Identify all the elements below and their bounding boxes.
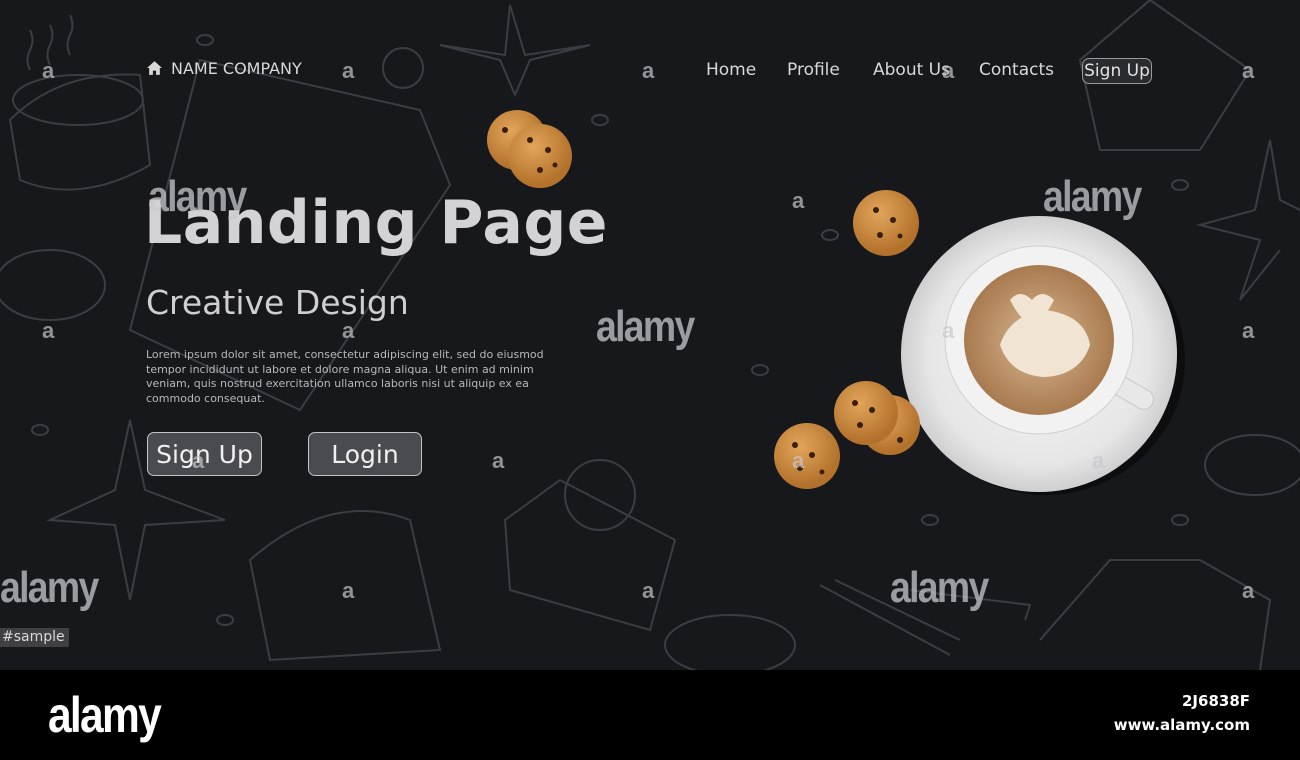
nav-about-us[interactable]: About Us xyxy=(873,60,950,80)
watermark-letter: a xyxy=(492,448,505,473)
home-icon xyxy=(147,61,162,75)
watermark-letter: a xyxy=(192,448,205,473)
sample-tag: #sample xyxy=(0,628,69,647)
watermark-letter: a xyxy=(942,58,955,83)
watermark-letter: a xyxy=(342,318,355,343)
watermark-letter: a xyxy=(1242,58,1255,83)
brand-name: NAME COMPANY xyxy=(171,59,302,78)
watermark-letter: a xyxy=(1092,448,1105,473)
watermark: alamy xyxy=(890,563,989,612)
brand-logo[interactable]: NAME COMPANY xyxy=(146,59,302,78)
stock-footer: alamy 2J6838F www.alamy.com xyxy=(0,670,1300,760)
watermark-letter: a xyxy=(792,448,805,473)
watermark-letter: a xyxy=(1242,318,1255,343)
watermark: alamy xyxy=(1043,172,1142,221)
nav-contacts[interactable]: Contacts xyxy=(979,60,1054,80)
hero-body-text: Lorem ipsum dolor sit amet, consectetur … xyxy=(146,348,544,405)
watermark-letter: a xyxy=(42,318,55,343)
watermark-letter: a xyxy=(42,58,55,83)
watermark: alamy xyxy=(148,172,247,221)
image-id: 2J6838F xyxy=(1181,692,1250,710)
watermark: alamy xyxy=(596,302,695,351)
hero-login-button[interactable]: Login xyxy=(308,432,422,476)
watermark-letter: a xyxy=(642,58,655,83)
watermark-letter: a xyxy=(942,318,955,343)
landing-page-canvas: NAME COMPANY Home Profile About Us Conta… xyxy=(0,0,1300,670)
watermark-letter: a xyxy=(342,578,355,603)
hero-signup-button[interactable]: Sign Up xyxy=(147,432,262,476)
watermark-letter: a xyxy=(792,188,805,213)
hero-subtitle: Creative Design xyxy=(146,283,409,322)
cookies-cluster xyxy=(487,110,920,489)
nav-profile[interactable]: Profile xyxy=(787,60,840,80)
alamy-logo: alamy xyxy=(48,687,162,743)
site-url: www.alamy.com xyxy=(1113,716,1250,734)
watermark-letter: a xyxy=(642,578,655,603)
watermark-letter: a xyxy=(342,58,355,83)
watermark: alamy xyxy=(0,563,99,612)
header-signup-button[interactable]: Sign Up xyxy=(1082,58,1152,84)
nav-home[interactable]: Home xyxy=(706,60,756,80)
watermark-letter: a xyxy=(1242,578,1255,603)
